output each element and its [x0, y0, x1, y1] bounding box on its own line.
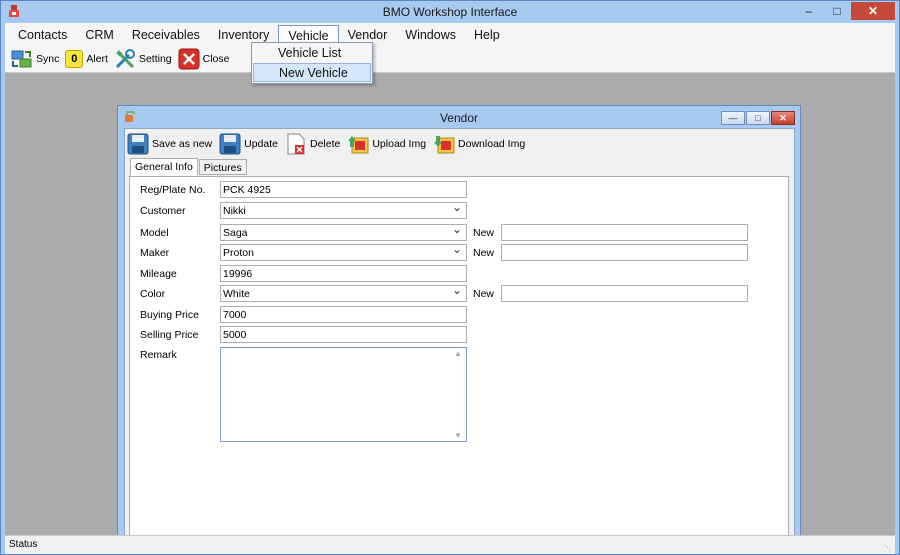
scroll-down-icon[interactable]: ▼ [454, 431, 462, 440]
main-toolbar: Sync 0 Alert Setting Close [11, 47, 236, 71]
model-new-input[interactable] [501, 224, 748, 241]
color-new-input[interactable] [501, 285, 748, 302]
resize-grip-icon[interactable]: ⋱ [884, 544, 892, 552]
minimize-button[interactable]: – [795, 2, 823, 20]
sync-icon [11, 50, 32, 68]
status-text: Status [9, 539, 38, 550]
model-select[interactable]: Saga [220, 222, 467, 241]
setting-label: Setting [138, 53, 172, 65]
status-bar: Status ⋱ [5, 535, 895, 554]
close-icon [178, 48, 200, 70]
tab-strip: General Info Pictures [130, 158, 248, 176]
customer-select[interactable]: Nikki [220, 200, 467, 219]
maximize-button[interactable]: □ [823, 2, 851, 20]
maker-select[interactable]: Proton [220, 242, 467, 261]
remark-label: Remark [140, 349, 177, 361]
menu-item-new-vehicle[interactable]: New Vehicle [253, 63, 371, 82]
color-label: Color [140, 287, 166, 300]
delete-document-icon [287, 133, 305, 155]
vehicle-menu-dropdown: Vehicle List New Vehicle [251, 42, 373, 84]
maker-new-input[interactable] [501, 244, 748, 261]
alert-button[interactable]: 0 Alert [65, 50, 108, 68]
download-image-icon [434, 136, 455, 154]
reg-plate-label: Reg/Plate No. [140, 183, 206, 196]
save-as-new-button[interactable]: Save as new [127, 133, 212, 155]
child-title: Vendor [439, 111, 479, 125]
app-title: BMO Workshop Interface [382, 5, 518, 19]
delete-button[interactable]: Delete [285, 133, 340, 155]
reg-plate-input[interactable]: PCK 4925 [220, 181, 467, 198]
tab-general-info[interactable]: General Info [130, 158, 198, 176]
floppy-disk-icon [219, 133, 241, 155]
sync-button[interactable]: Sync [11, 48, 59, 70]
customer-label: Customer [140, 204, 186, 217]
child-toolbar: Save as new Update Delete Upload Img Dow… [127, 131, 532, 157]
child-minimize-button[interactable]: — [721, 111, 745, 125]
mileage-input[interactable]: 19996 [220, 265, 467, 282]
app-titlebar[interactable]: BMO Workshop Interface – □ ✕ [1, 1, 899, 23]
menu-help[interactable]: Help [465, 25, 509, 45]
menu-toolbar-area: Contacts CRM Receivables Inventory Vehic… [5, 23, 895, 73]
upload-image-icon [348, 136, 369, 154]
child-body: Save as new Update Delete Upload Img Dow… [124, 128, 795, 544]
maker-new-label: New [473, 246, 495, 259]
tools-icon [115, 49, 135, 69]
child-close-button[interactable]: ✕ [771, 111, 795, 125]
close-button[interactable]: Close [178, 48, 230, 70]
mileage-label: Mileage [140, 267, 177, 280]
color-select[interactable]: White [220, 283, 467, 302]
menu-item-vehicle-list[interactable]: Vehicle List [253, 44, 371, 63]
upload-img-label: Upload Img [372, 138, 427, 150]
child-window-controls: — □ ✕ [720, 111, 795, 125]
scroll-up-icon[interactable]: ▲ [454, 349, 462, 358]
child-restore-button[interactable]: □ [746, 111, 770, 125]
buying-price-input[interactable]: 7000 [220, 306, 467, 323]
customer-select-value: Nikki [223, 205, 246, 217]
window-controls: – □ ✕ [795, 2, 895, 20]
sync-label: Sync [36, 53, 60, 65]
maker-label: Maker [140, 246, 170, 259]
remark-scrollbar[interactable]: ▲ ▼ [453, 349, 463, 440]
download-img-button[interactable]: Download Img [433, 133, 525, 155]
setting-button[interactable]: Setting [114, 48, 172, 70]
model-select-value: Saga [223, 227, 248, 239]
close-label: Close [202, 53, 230, 65]
buying-price-label: Buying Price [140, 308, 199, 321]
child-titlebar[interactable]: Vendor — □ ✕ [118, 106, 800, 128]
alert-label: Alert [86, 53, 108, 65]
model-new-label: New [473, 226, 495, 239]
model-label: Model [140, 226, 169, 239]
selling-price-label: Selling Price [140, 328, 199, 341]
tab-pictures[interactable]: Pictures [198, 159, 247, 175]
vendor-child-window: Vendor — □ ✕ Save as new Update Delete U… [117, 105, 801, 549]
selling-price-input[interactable]: 5000 [220, 326, 467, 343]
floppy-disk-icon [127, 133, 149, 155]
menu-contacts[interactable]: Contacts [9, 25, 76, 45]
save-as-new-label: Save as new [152, 138, 213, 150]
color-select-value: White [223, 288, 250, 300]
close-window-button[interactable]: ✕ [851, 2, 895, 20]
menu-crm[interactable]: CRM [76, 25, 122, 45]
upload-img-button[interactable]: Upload Img [347, 133, 426, 155]
update-label: Update [244, 138, 278, 150]
general-info-panel: Reg/Plate No. PCK 4925 Customer Nikki Mo… [129, 176, 789, 539]
download-img-label: Download Img [458, 138, 526, 150]
alert-badge-icon: 0 [65, 50, 84, 68]
menu-receivables[interactable]: Receivables [123, 25, 209, 45]
update-button[interactable]: Update [219, 133, 278, 155]
delete-label: Delete [309, 138, 341, 150]
maker-select-value: Proton [223, 247, 254, 259]
app-window: BMO Workshop Interface – □ ✕ Contacts CR… [0, 0, 900, 555]
menu-windows[interactable]: Windows [396, 25, 465, 45]
alert-count: 0 [71, 53, 78, 65]
remark-textarea[interactable] [220, 347, 467, 442]
color-new-label: New [473, 287, 495, 300]
mdi-client-area: Contacts CRM Receivables Inventory Vehic… [5, 23, 895, 552]
